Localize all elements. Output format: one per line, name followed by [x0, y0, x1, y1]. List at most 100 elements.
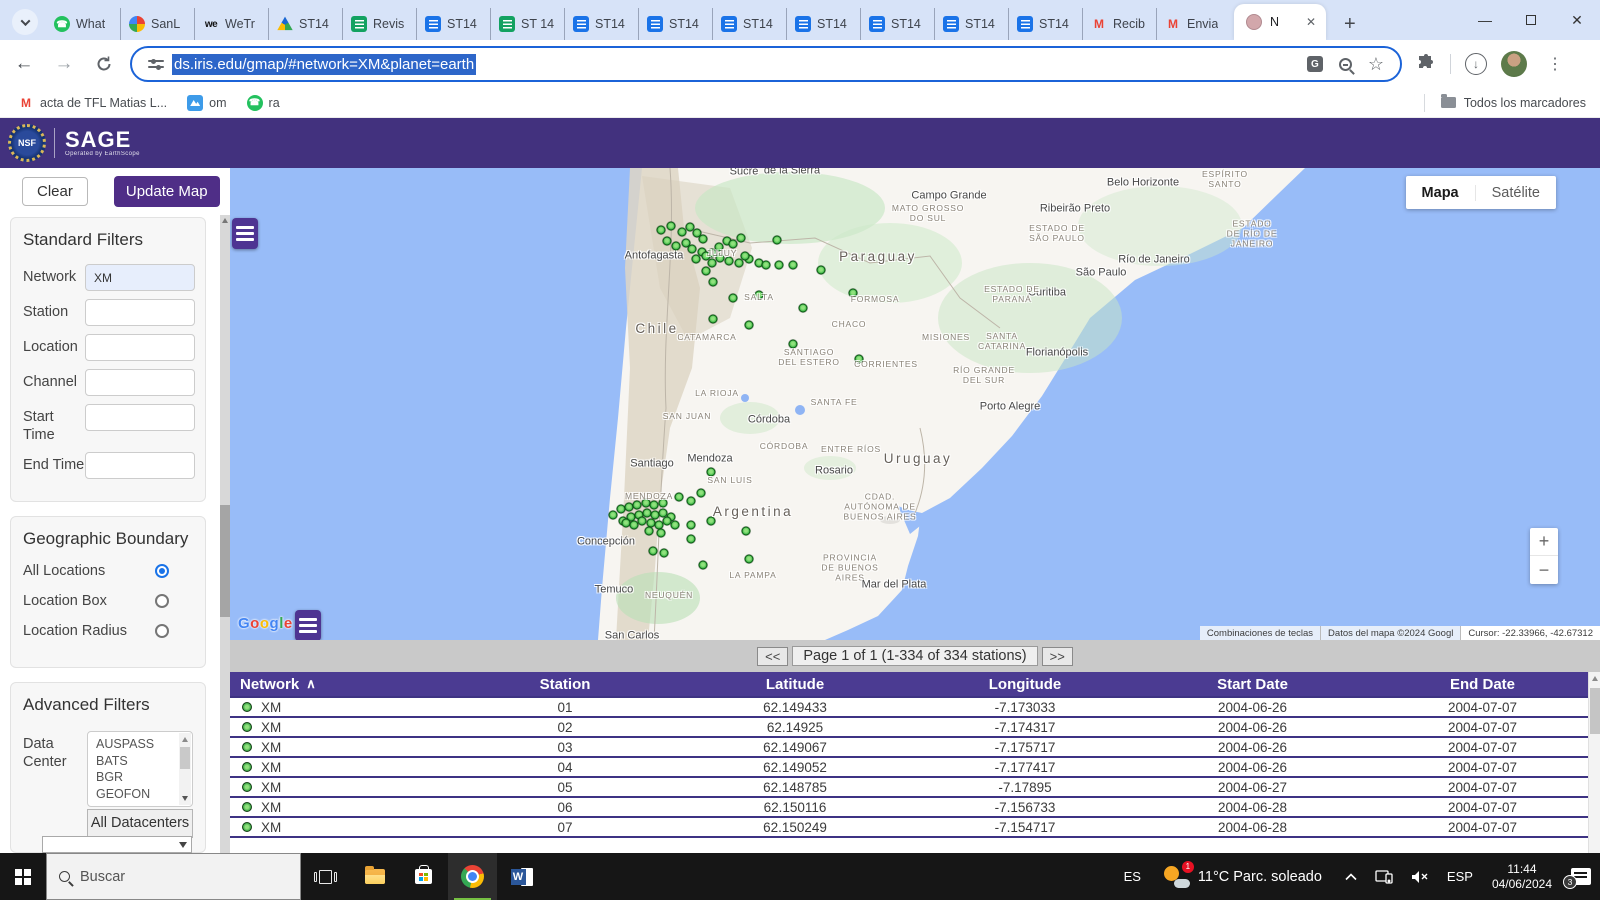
browser-tab[interactable]: Revis [342, 8, 416, 40]
next-page-button[interactable]: >> [1042, 647, 1073, 666]
browser-tab[interactable]: weWeTr [194, 8, 268, 40]
zoom-out-button[interactable]: − [1530, 556, 1558, 584]
taskbar-clock[interactable]: 11:44 04/06/2024 [1482, 862, 1562, 892]
bookmark-star-icon[interactable]: ☆ [1368, 54, 1384, 75]
column-header[interactable]: Latitude [680, 672, 910, 696]
browser-tab[interactable]: ST14 [712, 8, 786, 40]
start-button[interactable] [0, 853, 46, 900]
file-explorer-button[interactable] [350, 853, 399, 900]
bookmark-item[interactable]: om [179, 92, 234, 114]
downloads-icon[interactable]: ↓ [1465, 53, 1487, 75]
table-row[interactable]: XM0562.148785-7.178952004-06-272004-07-0… [230, 778, 1600, 798]
url-text-selected[interactable]: ds.iris.edu/gmap/#network=XM&planet=eart… [172, 54, 476, 75]
browser-tab[interactable]: MRecib [1082, 8, 1156, 40]
browser-tab[interactable]: ST14 [1008, 8, 1082, 40]
radio-location-box[interactable] [155, 594, 169, 608]
column-header[interactable]: Longitude [910, 672, 1140, 696]
table-row[interactable]: XM0262.14925-7.1743172004-06-262004-07-0… [230, 718, 1600, 738]
browser-tab[interactable]: MEnvia [1156, 8, 1230, 40]
channel-input[interactable] [85, 369, 195, 396]
map-type-satelite[interactable]: Satélite [1475, 185, 1556, 201]
keyboard-shortcuts-link[interactable]: Combinaciones de teclas [1200, 626, 1320, 640]
map-type-mapa[interactable]: Mapa [1406, 185, 1475, 201]
forward-button[interactable]: → [48, 48, 80, 80]
bookmarks-right[interactable]: Todos los marcadores [1424, 94, 1600, 112]
map-menu-button-top[interactable] [232, 218, 258, 249]
column-header[interactable]: Network∧ [230, 672, 450, 696]
profile-avatar[interactable] [1501, 51, 1527, 77]
address-bar[interactable]: ds.iris.edu/gmap/#network=XM&planet=eart… [130, 46, 1402, 82]
radio-location-radius[interactable] [155, 624, 169, 638]
translate-icon[interactable]: G [1307, 56, 1323, 72]
browser-tab[interactable]: ST14 [786, 8, 860, 40]
bookmark-item[interactable]: ☎ra [239, 92, 288, 114]
browser-tab[interactable]: ST14 [416, 8, 490, 40]
sidebar-scrollbar[interactable] [220, 215, 230, 853]
weather-widget[interactable]: 1 11°C Parc. soleado [1150, 866, 1336, 888]
prev-page-button[interactable]: << [757, 647, 788, 666]
map-menu-button-bottom[interactable] [295, 610, 321, 640]
browser-tab[interactable]: ☎What [46, 8, 120, 40]
volume-muted-tray-icon[interactable] [1402, 853, 1438, 900]
column-header[interactable]: Start Date [1140, 672, 1365, 696]
table-row[interactable]: XM0762.150249-7.1547172004-06-282004-07-… [230, 818, 1600, 838]
browser-tab[interactable]: ST 14 [490, 8, 564, 40]
task-view-button[interactable] [301, 853, 350, 900]
table-scrollbar[interactable] [1588, 672, 1600, 853]
minimize-button[interactable]: — [1462, 0, 1508, 40]
browser-tab[interactable]: SanL [120, 8, 194, 40]
map-canvas[interactable]: Sucrede la SierraBelo HorizonteESPÍRITO … [230, 168, 1600, 640]
datacenter-option[interactable]: BATS [96, 753, 178, 770]
zoom-in-button[interactable]: + [1530, 528, 1558, 556]
new-tab-button[interactable]: + [1336, 13, 1364, 36]
table-row[interactable]: XM0362.149067-7.1757172004-06-262004-07-… [230, 738, 1600, 758]
start-time-input[interactable] [85, 404, 195, 431]
maximize-button[interactable] [1508, 0, 1554, 40]
close-button[interactable]: ✕ [1554, 0, 1600, 40]
browser-tab[interactable]: ST14 [564, 8, 638, 40]
taskbar-search[interactable]: Buscar [46, 853, 301, 900]
listbox-scrollbar[interactable] [179, 733, 191, 805]
datacenter-option[interactable]: GEOFON [96, 786, 178, 803]
location-input[interactable] [85, 334, 195, 361]
partial-select[interactable] [42, 836, 192, 853]
browser-tab[interactable]: ST14 [934, 8, 1008, 40]
browser-tab[interactable]: ST14 [860, 8, 934, 40]
all-datacenters-button[interactable]: All Datacenters [87, 809, 193, 838]
tab-close-icon[interactable]: ✕ [1306, 15, 1316, 29]
update-map-button[interactable]: Update Map [114, 176, 220, 207]
tray-chevron-up[interactable] [1336, 853, 1366, 900]
site-info-icon[interactable] [148, 57, 164, 71]
browser-menu-icon[interactable]: ⋮ [1541, 54, 1569, 74]
datacenter-option[interactable]: BGR [96, 769, 178, 786]
browser-tab[interactable]: ST14 [638, 8, 712, 40]
table-row[interactable]: XM0462.149052-7.1774172004-06-262004-07-… [230, 758, 1600, 778]
reload-button[interactable] [88, 48, 120, 80]
station-input[interactable] [85, 299, 195, 326]
keyboard-language[interactable]: ESP [1438, 853, 1482, 900]
data-center-listbox[interactable]: AUSPASSBATSBGRGEOFON [87, 731, 193, 807]
your-phone-tray-icon[interactable] [1366, 853, 1402, 900]
datacenter-option[interactable]: AUSPASS [96, 736, 178, 753]
chrome-button[interactable] [448, 853, 497, 900]
back-button[interactable]: ← [8, 48, 40, 80]
network-input[interactable] [85, 264, 195, 291]
extensions-icon[interactable] [1416, 54, 1436, 74]
table-row[interactable]: XM0162.149433-7.1730332004-06-262004-07-… [230, 698, 1600, 718]
language-left[interactable]: ES [1115, 853, 1150, 900]
tab-search-chevron-icon[interactable] [12, 9, 38, 35]
column-header[interactable]: Station [450, 672, 680, 696]
table-row[interactable]: XM0662.150116-7.1567332004-06-282004-07-… [230, 798, 1600, 818]
bookmark-item[interactable]: Macta de TFL Matias L... [10, 92, 175, 114]
radio-all-locations[interactable] [155, 564, 169, 578]
active-tab[interactable]: N ✕ [1234, 4, 1326, 40]
radio-label: All Locations [23, 563, 105, 579]
clear-button[interactable]: Clear [22, 177, 88, 206]
end-time-input[interactable] [85, 452, 195, 479]
microsoft-store-button[interactable] [399, 853, 448, 900]
zoom-out-page-icon[interactable] [1339, 58, 1352, 71]
column-header[interactable]: End Date [1365, 672, 1600, 696]
browser-tab[interactable]: ST14 [268, 8, 342, 40]
word-button[interactable]: W [497, 853, 546, 900]
action-center-button[interactable]: 3 [1562, 853, 1600, 900]
